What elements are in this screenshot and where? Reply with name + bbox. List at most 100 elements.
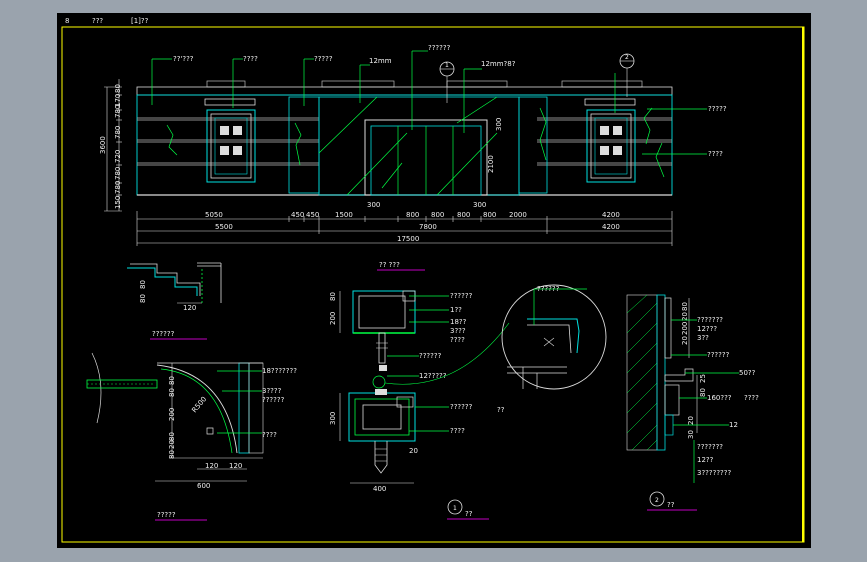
wall-section-detail: 80 20 200 20 25 80 20 30 ??????? 12??? 3… <box>626 294 759 511</box>
callout-top: ?????? <box>428 44 451 52</box>
dim-300-right: 300 <box>473 201 486 209</box>
svg-text:200: 200 <box>329 312 337 325</box>
header-subtitle: [1]?? <box>131 17 149 25</box>
svg-text:80: 80 <box>699 388 707 397</box>
lb-label-0: 18??????? <box>262 367 297 375</box>
center-title: ?? ??? <box>379 261 400 269</box>
svg-text:150: 150 <box>114 196 122 209</box>
svg-text:780: 780 <box>114 167 122 180</box>
magnified-label: ?????? <box>537 285 560 293</box>
cd-label-0: ?????? <box>450 292 473 300</box>
svg-text:800: 800 <box>431 211 444 219</box>
svg-text:80: 80 <box>168 450 176 459</box>
right-circle-mark: 2 <box>655 497 659 504</box>
cd-label-4: ???? <box>450 336 465 344</box>
svg-text:1500: 1500 <box>335 211 353 219</box>
svg-text:80: 80 <box>114 84 122 93</box>
lb-label-1: 3???? <box>262 387 282 395</box>
svg-text:4200: 4200 <box>602 223 620 231</box>
dim-total-width: 17500 <box>397 235 419 243</box>
svg-text:7800: 7800 <box>419 223 437 231</box>
svg-text:5500: 5500 <box>215 223 233 231</box>
left-bottom-title: ?????? <box>152 330 175 338</box>
svg-text:2: 2 <box>625 54 629 61</box>
svg-text:800: 800 <box>406 211 419 219</box>
callout-12mm-b: 12mm?8? <box>481 60 516 68</box>
dim-door-height: 2100 <box>487 155 495 173</box>
callout-12mm-a: 12mm <box>369 57 392 65</box>
svg-text:80: 80 <box>681 302 689 311</box>
svg-text:450: 450 <box>291 211 304 219</box>
rd-label-6: ???? <box>744 394 759 402</box>
rd-label-2: 3?? <box>697 334 709 342</box>
cd-label-5: ?????? <box>419 352 442 360</box>
center-caption: ?? <box>465 510 473 518</box>
svg-text:20: 20 <box>681 336 689 345</box>
dim-height-total: 3600 <box>99 136 107 154</box>
rd-label-5: 160??? <box>707 394 732 402</box>
svg-text:5050: 5050 <box>205 211 223 219</box>
lb-label-3: ???? <box>262 431 277 439</box>
dims-left: 150 780 780 720 780 780 170 80 <box>114 84 122 209</box>
drawing-sheet: 8 ??? [1]?? ??'??? ???? ????? 12mm ?????… <box>57 13 811 548</box>
svg-text:80: 80 <box>168 388 176 397</box>
rd-label-3: ?????? <box>707 351 730 359</box>
dims-bottom-row1: 5050 450 450 1500 800 800 800 800 2000 4… <box>205 211 620 219</box>
cd-label-3: 3??? <box>450 327 466 335</box>
rd-label-10: 3???????? <box>697 469 731 477</box>
svg-text:720: 720 <box>114 150 122 163</box>
rd-label-4: 50?? <box>739 369 756 377</box>
header-title: ??? <box>92 17 103 25</box>
svg-text:80: 80 <box>168 432 176 441</box>
lb-label-2: ?????? <box>262 396 285 404</box>
center-circle-mark: 1 <box>453 505 457 512</box>
dim-transom: 300 <box>495 118 503 131</box>
rd-label-1: 12??? <box>697 325 717 333</box>
svg-text:800: 800 <box>483 211 496 219</box>
cad-drawing: 8 ??? [1]?? ??'??? ???? ????? 12mm ?????… <box>61 17 805 543</box>
rd-label-0: ??????? <box>697 316 723 324</box>
left-display-window <box>204 98 256 183</box>
section-marker-2: 2 <box>619 53 635 97</box>
svg-text:80: 80 <box>139 280 147 289</box>
dims-bottom-row2: 5500 7800 4200 <box>215 223 620 231</box>
cd-label-8: ???? <box>450 427 465 435</box>
callout-right-b: ???? <box>708 150 723 158</box>
svg-text:400: 400 <box>373 485 386 493</box>
cd-callout-q: ?? <box>497 406 505 414</box>
callout-right-a: ????? <box>708 105 727 113</box>
inner-frame <box>61 26 805 543</box>
svg-text:780: 780 <box>114 181 122 194</box>
svg-text:120: 120 <box>205 462 218 470</box>
callout-stone: ????? <box>314 55 333 63</box>
svg-text:200: 200 <box>168 408 176 421</box>
svg-text:450: 450 <box>306 211 319 219</box>
right-caption: ?? <box>667 501 675 509</box>
svg-text:300: 300 <box>329 412 337 425</box>
right-display-window <box>584 98 636 183</box>
svg-text:1: 1 <box>445 62 449 69</box>
sign-box-section: ?? ??? 80 200 300 20 400 ?????? 1?? 18??… <box>329 261 607 520</box>
svg-text:25: 25 <box>699 374 707 383</box>
dim-300-left: 300 <box>367 201 380 209</box>
svg-text:80: 80 <box>139 294 147 303</box>
svg-text:120: 120 <box>229 462 242 470</box>
left-bottom-caption: ????? <box>157 511 176 519</box>
svg-text:2000: 2000 <box>509 211 527 219</box>
svg-text:20: 20 <box>687 416 695 425</box>
corner-plan-detail: ?????? 80 80 200 80 20 80 R500 120 120 6… <box>86 330 297 521</box>
svg-text:200: 200 <box>681 322 689 335</box>
svg-text:80: 80 <box>168 376 176 385</box>
svg-text:20: 20 <box>409 447 418 455</box>
magnified-detail-circle <box>501 284 607 390</box>
cd-label-1: 1?? <box>450 306 462 314</box>
svg-text:20: 20 <box>168 440 176 449</box>
rd-label-7: 12 <box>729 421 738 429</box>
svg-text:R500: R500 <box>190 395 208 414</box>
cd-label-2: 18?? <box>450 318 467 326</box>
rd-label-8: ??????? <box>697 443 723 451</box>
front-elevation: ??'??? ???? ????? 12mm ?????? 12mm?8? ??… <box>99 44 727 246</box>
svg-text:170: 170 <box>114 94 122 107</box>
svg-text:120: 120 <box>183 304 196 312</box>
svg-text:800: 800 <box>457 211 470 219</box>
